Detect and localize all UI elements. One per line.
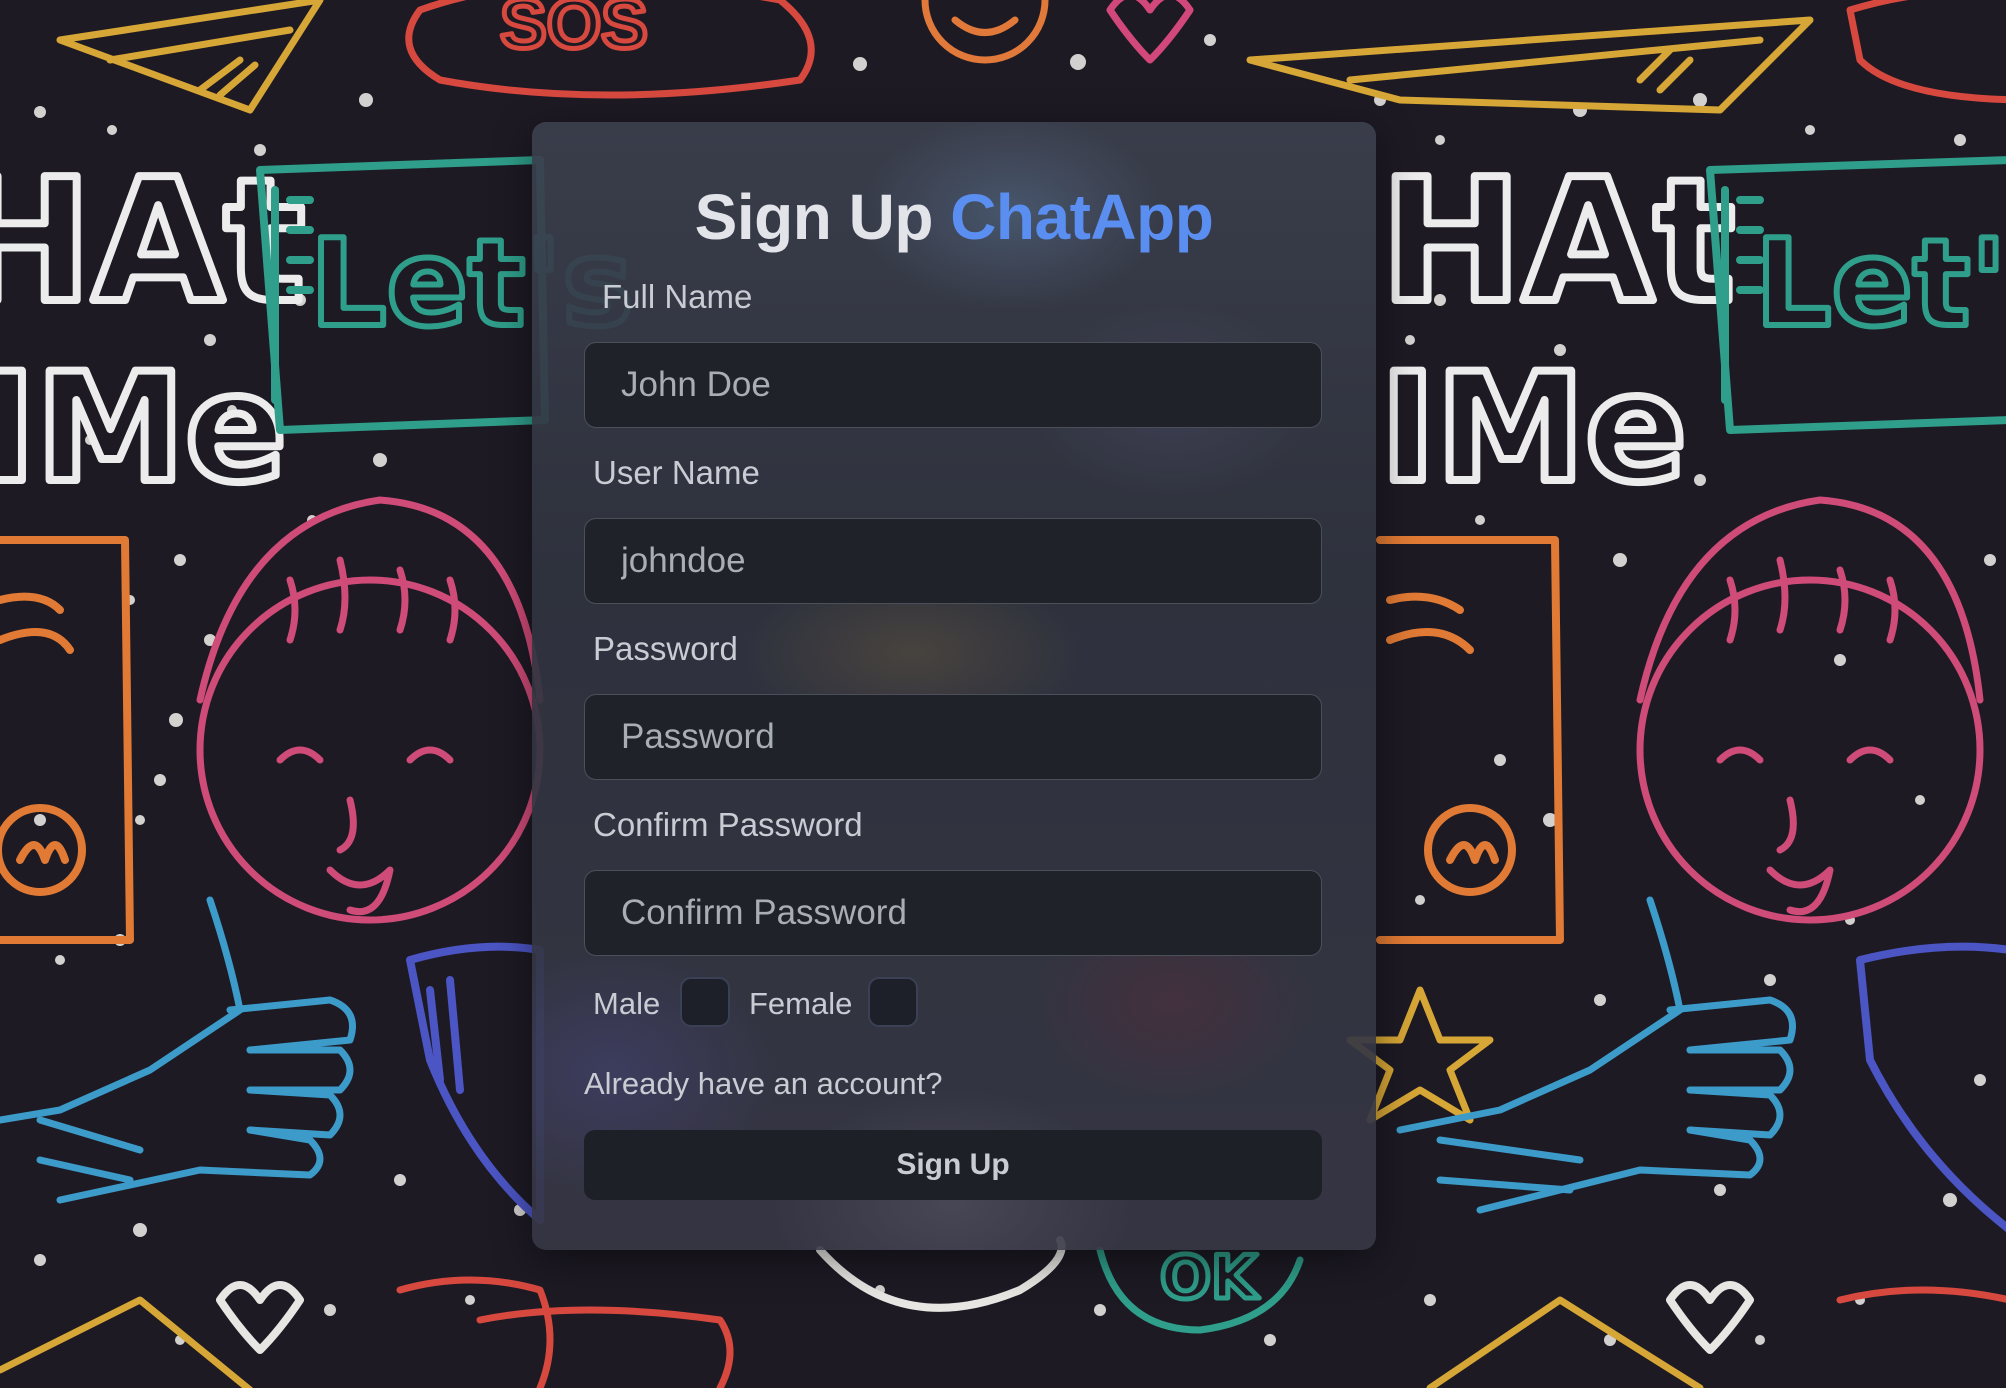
title-prefix: Sign Up [694, 181, 934, 253]
svg-text:IMe: IMe [1380, 342, 1687, 516]
brand-name: ChatApp [950, 181, 1214, 253]
svg-text:OK: OK [1160, 1243, 1260, 1313]
svg-text:IMe: IMe [0, 342, 287, 516]
login-link[interactable]: Already have an account? [584, 1066, 942, 1102]
confirm-password-label: Confirm Password [593, 806, 863, 843]
page-title: Sign Up ChatApp [532, 180, 1376, 254]
male-checkbox[interactable] [680, 977, 730, 1027]
svg-text:Let's: Let's [1755, 215, 2006, 354]
confirm-password-input[interactable] [584, 870, 1322, 956]
password-label: Password [593, 630, 738, 667]
user-name-label: User Name [593, 454, 760, 491]
user-name-input[interactable] [584, 518, 1322, 604]
signup-card: Sign Up ChatApp Full Name User Name Pass… [532, 122, 1376, 1250]
full-name-input[interactable] [584, 342, 1322, 428]
svg-text:HAt: HAt [1380, 143, 1735, 341]
male-label: Male [593, 986, 661, 1021]
female-label: Female [749, 986, 853, 1021]
sign-up-button[interactable]: Sign Up [584, 1130, 1322, 1200]
full-name-label: Full Name [602, 278, 753, 315]
female-checkbox[interactable] [868, 977, 918, 1027]
svg-text:SOS: SOS [500, 0, 648, 63]
password-input[interactable] [584, 694, 1322, 780]
